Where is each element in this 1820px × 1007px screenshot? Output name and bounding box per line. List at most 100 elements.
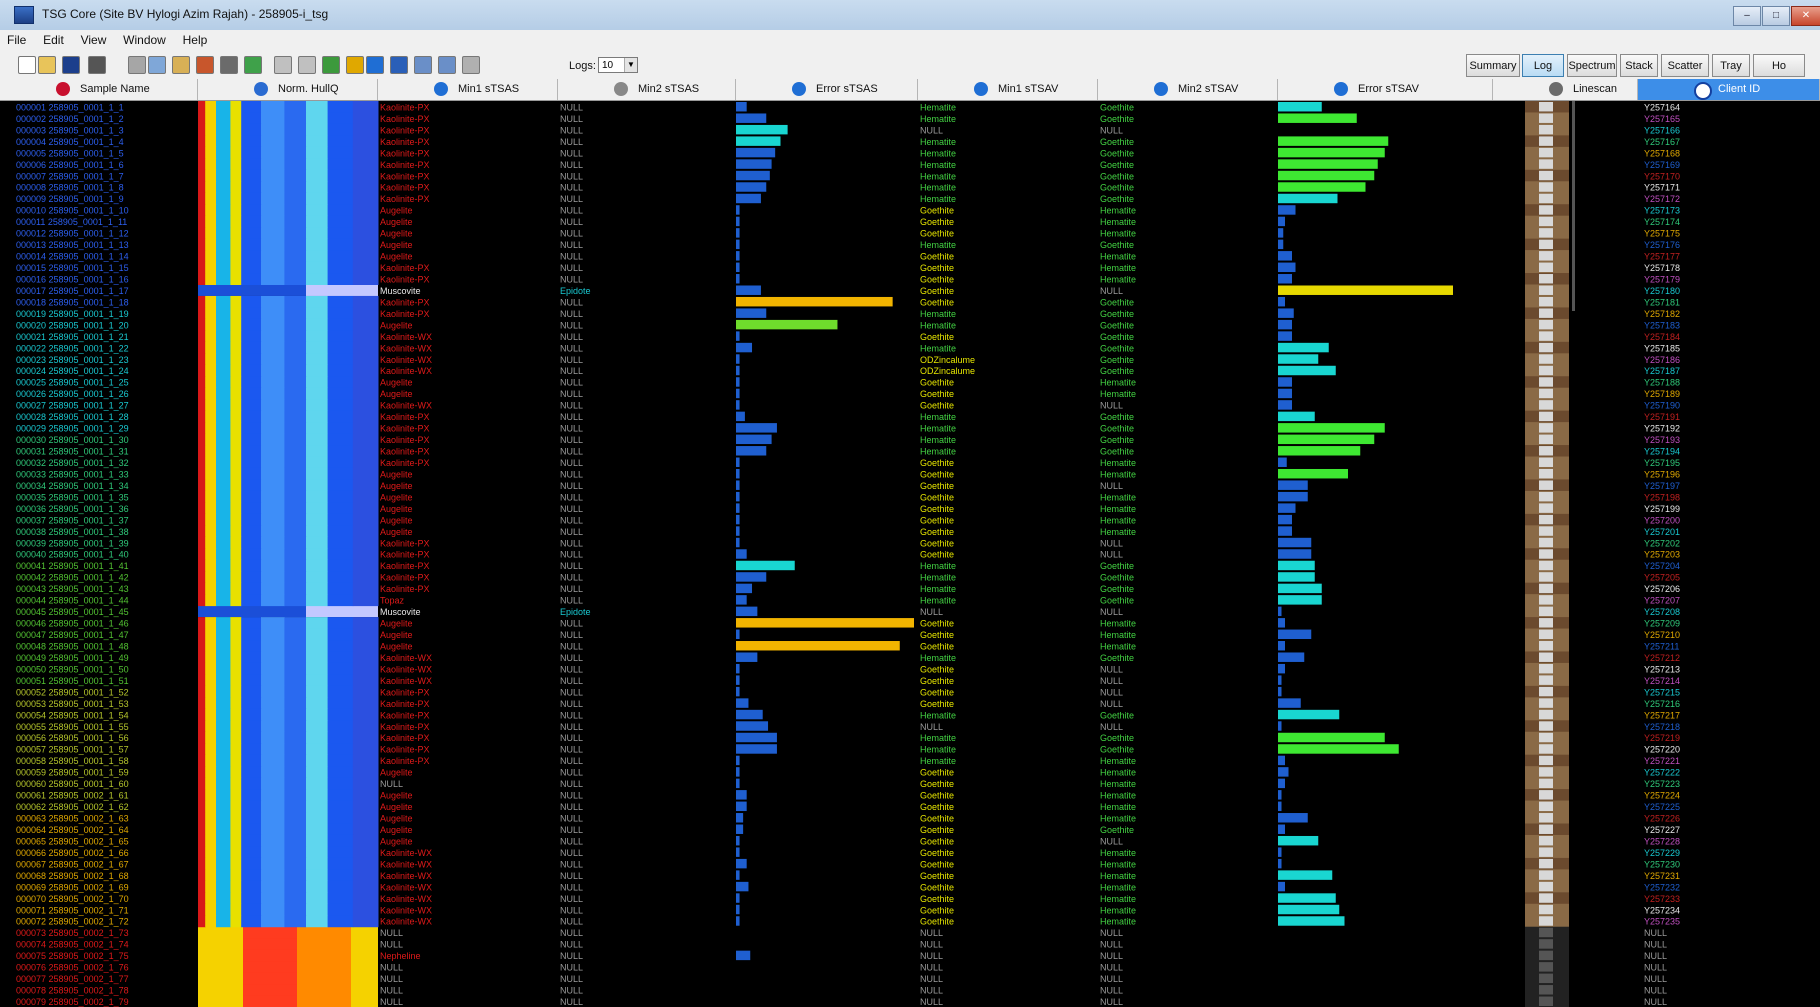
hullq-cell xyxy=(261,846,285,859)
hullq-cell xyxy=(261,376,285,389)
column-header-min2-stsas[interactable]: Min2 sTSAS xyxy=(558,79,736,100)
hullq-cell xyxy=(198,101,206,113)
copy-icon[interactable] xyxy=(148,56,166,74)
column-header-sample-name[interactable]: Sample Name xyxy=(0,79,198,100)
min1-tsas: Augelite xyxy=(380,619,413,629)
menu-help[interactable]: Help xyxy=(176,30,215,50)
logs-select[interactable]: 10 ▼ xyxy=(598,57,638,73)
hullq-cell xyxy=(284,181,307,194)
hullq-cell xyxy=(241,135,262,148)
hullq-cell xyxy=(352,135,379,148)
client-id: Y257180 xyxy=(1644,286,1680,296)
linescan-core xyxy=(1539,124,1553,135)
sample-name: 000023 258905_0001_1_23 xyxy=(16,355,129,365)
hullq-cell xyxy=(198,777,206,790)
view-button-spectrum[interactable]: Spectrum xyxy=(1567,54,1617,77)
hullq-cell xyxy=(352,250,379,263)
hullq-cell xyxy=(327,169,354,182)
paste-icon[interactable] xyxy=(172,56,190,74)
hullq-cell xyxy=(327,834,354,847)
cut-icon[interactable] xyxy=(128,56,146,74)
maximize-button[interactable]: □ xyxy=(1762,6,1790,26)
column-header-norm-hullq[interactable]: Norm. HullQ xyxy=(198,79,378,100)
hullq-cell xyxy=(284,410,307,423)
error-tsas-bar xyxy=(736,606,758,617)
min1-tsav: Hematite xyxy=(920,114,956,124)
min2-tsas: NULL xyxy=(560,469,583,479)
layers-icon[interactable] xyxy=(322,56,340,74)
column-header-min1-stsas[interactable]: Min1 sTSAS xyxy=(378,79,558,100)
lines-icon[interactable] xyxy=(346,56,364,74)
view-button-ho[interactable]: Ho xyxy=(1753,54,1805,77)
hullq-cell xyxy=(327,513,354,526)
hullq-cell xyxy=(198,387,206,400)
menu-file[interactable]: File xyxy=(0,30,33,50)
hullq-cell xyxy=(284,674,307,687)
chevron-down-icon[interactable]: ▼ xyxy=(624,58,637,72)
column-header-error-stsav[interactable]: Error sTSAV xyxy=(1278,79,1493,100)
hullq-cell xyxy=(327,364,354,377)
min1-tsav: Goethite xyxy=(920,905,954,915)
hullq-cell xyxy=(216,146,231,159)
min1-tsas: Kaolinite-WX xyxy=(380,366,432,376)
palette-icon[interactable] xyxy=(244,56,262,74)
hullq-cell xyxy=(243,949,297,962)
hullq-cell xyxy=(205,662,217,675)
error-tsas-bar xyxy=(736,858,747,869)
hullq-cell xyxy=(352,582,379,595)
min1-tsav: Goethite xyxy=(920,297,954,307)
hullq-cell xyxy=(198,433,206,446)
min1-tsav: Goethite xyxy=(920,217,954,227)
hullq-cell xyxy=(230,410,242,423)
minimize-button[interactable]: – xyxy=(1733,6,1761,26)
hullq-cell xyxy=(261,812,285,825)
view-button-stack[interactable]: Stack xyxy=(1620,54,1658,77)
export-icon[interactable] xyxy=(414,56,432,74)
view-button-tray[interactable]: Tray xyxy=(1712,54,1750,77)
view-button-summary[interactable]: Summary xyxy=(1466,54,1520,77)
column-header-client-id[interactable]: Client ID xyxy=(1638,79,1820,100)
hullq-cell xyxy=(306,628,329,641)
client-id: Y257208 xyxy=(1644,607,1680,617)
close-button[interactable]: ✕ xyxy=(1791,6,1820,26)
grid-icon[interactable] xyxy=(274,56,292,74)
min2-tsas: NULL xyxy=(560,894,583,904)
hullq-cell xyxy=(216,685,231,698)
hullq-cell xyxy=(205,169,217,182)
print-icon[interactable] xyxy=(88,56,106,74)
info-icon[interactable] xyxy=(390,56,408,74)
column-header-min2-stsav[interactable]: Min2 sTSAV xyxy=(1098,79,1278,100)
hullq-cell xyxy=(205,204,217,217)
linescan-core xyxy=(1539,319,1553,330)
hullq-cell xyxy=(243,926,297,939)
menu-view[interactable]: View xyxy=(74,30,114,50)
hullq-cell xyxy=(241,295,262,308)
arrow-icon[interactable] xyxy=(366,56,384,74)
menu-window[interactable]: Window xyxy=(116,30,173,50)
open-icon[interactable] xyxy=(38,56,56,74)
menu-edit[interactable]: Edit xyxy=(36,30,71,50)
scrollbar-thumb[interactable] xyxy=(1572,101,1575,311)
hullq-cell xyxy=(198,685,206,698)
view-button-log[interactable]: Log xyxy=(1522,54,1564,77)
view-button-scatter[interactable]: Scatter xyxy=(1661,54,1709,77)
new-icon[interactable] xyxy=(18,56,36,74)
min1-tsav: Hematite xyxy=(920,309,956,319)
hullq-cell xyxy=(352,617,379,630)
save-icon[interactable] xyxy=(62,56,80,74)
import-icon[interactable] xyxy=(438,56,456,74)
column-header-min1-stsav[interactable]: Min1 sTSAV xyxy=(918,79,1098,100)
hullq-cell xyxy=(241,445,262,458)
zoom-icon[interactable] xyxy=(220,56,238,74)
error-tsav-bar xyxy=(1278,744,1399,754)
filter-icon[interactable] xyxy=(462,56,480,74)
chart-icon[interactable] xyxy=(196,56,214,74)
error-tsav-bar xyxy=(1278,159,1378,169)
hullq-cell xyxy=(327,880,354,893)
column-header-error-stsas[interactable]: Error sTSAS xyxy=(736,79,918,100)
column-header-linescan[interactable]: Linescan xyxy=(1493,79,1638,100)
hullq-cell xyxy=(327,708,354,721)
table-icon[interactable] xyxy=(298,56,316,74)
min2-tsas: NULL xyxy=(560,481,583,491)
min2-tsas: NULL xyxy=(560,676,583,686)
